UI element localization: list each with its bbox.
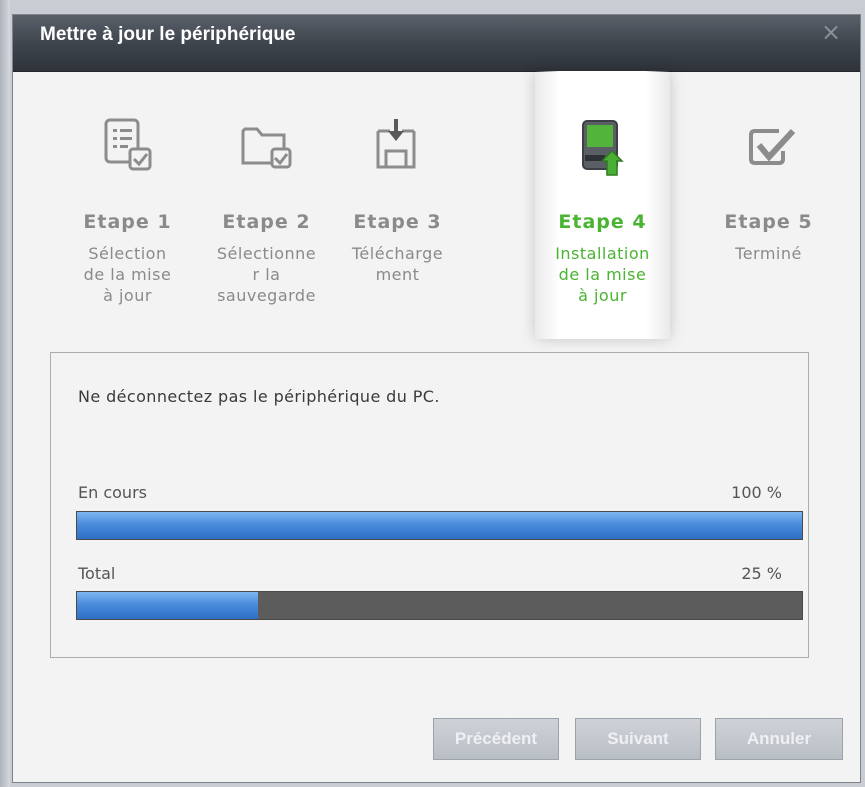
next-button[interactable]: Suivant (575, 718, 701, 760)
total-progress-fill (77, 592, 259, 619)
step-label: Etape 2 (222, 211, 311, 233)
close-icon[interactable]: × (818, 19, 844, 45)
total-progress-bar (76, 591, 803, 620)
step-description: Sélectionne r la sauvegarde (216, 244, 317, 305)
step-description: Installation de la mise à jour (555, 244, 650, 305)
background-window-edge (0, 0, 10, 787)
total-progress-value: 25 % (741, 564, 782, 583)
step-description: Sélection de la mise à jour (83, 244, 172, 305)
checkmark-icon (749, 128, 796, 165)
step-4: Etape 4 Installation de la mise à jour (535, 71, 670, 339)
step-label: Etape 1 (83, 211, 172, 233)
download-icon (376, 119, 416, 169)
step-description: Télécharge ment (351, 244, 444, 284)
update-device-dialog: Mettre à jour le périphérique × Etape 1 … (12, 14, 861, 783)
step-3: Etape 3 Télécharge ment (330, 81, 465, 329)
step-label: Etape 3 (353, 211, 442, 233)
dialog-title: Mettre à jour le périphérique (40, 24, 296, 45)
step-description: Terminé (735, 244, 802, 263)
current-progress-value: 100 % (731, 483, 782, 502)
device-install-icon (582, 120, 624, 176)
current-progress-bar (76, 511, 803, 540)
current-progress-fill (77, 512, 802, 539)
checklist-icon (104, 118, 152, 171)
step-label: Etape 5 (724, 211, 813, 233)
step-label: Etape 4 (558, 211, 647, 233)
cancel-button[interactable]: Annuler (715, 718, 843, 760)
previous-button[interactable]: Précédent (433, 718, 559, 760)
warning-message: Ne déconnectez pas le périphérique du PC… (78, 387, 440, 406)
step-5: Etape 5 Terminé (701, 81, 836, 329)
total-progress-label: Total (78, 564, 116, 583)
step-1: Etape 1 Sélection de la mise à jour (60, 81, 195, 329)
title-bar[interactable]: Mettre à jour le périphérique × (13, 15, 860, 72)
progress-panel: Ne déconnectez pas le périphérique du PC… (50, 352, 809, 658)
current-progress-label: En cours (78, 483, 147, 502)
step-2: Etape 2 Sélectionne r la sauvegarde (199, 81, 334, 329)
folder-check-icon (241, 127, 292, 169)
